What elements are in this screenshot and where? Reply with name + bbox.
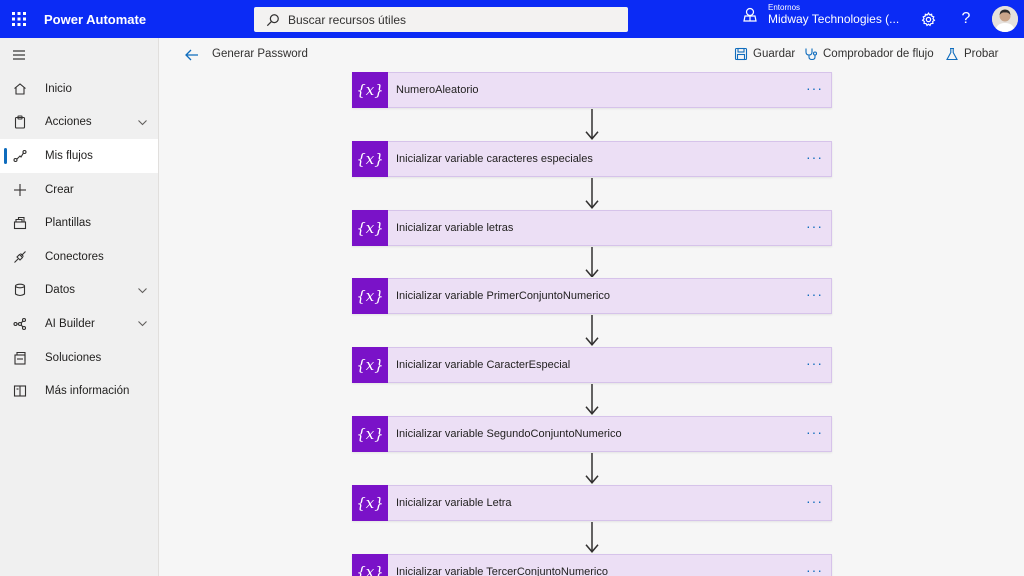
test-button[interactable]: Probar xyxy=(945,47,999,61)
flow-arrow xyxy=(585,246,599,278)
more-options-icon[interactable]: ··· xyxy=(806,425,823,439)
variable-icon: {x} xyxy=(352,484,388,521)
nav-label-acciones: Acciones xyxy=(45,116,92,129)
flow-step-card[interactable]: {x} Inicializar variable CaracterEspecial… xyxy=(352,347,832,384)
environment-icon xyxy=(743,7,757,22)
nav-label-inicio: Inicio xyxy=(45,82,72,95)
nav-item-acciones[interactable]: Acciones xyxy=(0,106,158,140)
variable-icon: {x} xyxy=(352,209,388,246)
nav-item-ai-builder[interactable]: AI Builder xyxy=(0,307,158,341)
plus-icon xyxy=(12,182,28,198)
more-options-icon[interactable]: ··· xyxy=(806,494,823,508)
environment-picker[interactable]: Entornos Midway Technologies (... xyxy=(742,3,900,26)
flow-step-card[interactable]: {x} Inicializar variable caracteres espec… xyxy=(352,140,832,177)
flow-step-label: Inicializar variable Letra xyxy=(396,496,512,509)
flow-arrow xyxy=(585,109,599,140)
variable-icon: {x} xyxy=(352,278,388,315)
home-icon xyxy=(12,81,28,97)
more-options-icon[interactable]: ··· xyxy=(806,150,823,164)
database-icon xyxy=(12,282,28,298)
app-name[interactable]: Power Automate xyxy=(44,12,254,27)
more-options-icon[interactable]: ··· xyxy=(806,219,823,233)
flow-icon xyxy=(12,148,28,164)
search-icon xyxy=(266,13,279,26)
nav-item-mis-flujos[interactable]: Mis flujos xyxy=(0,139,158,173)
flow-step-label: Inicializar variable CaracterEspecial xyxy=(396,359,571,372)
chevron-down-icon[interactable] xyxy=(137,318,148,329)
flow-arrow xyxy=(585,521,599,553)
flow-arrow xyxy=(585,315,599,347)
solutions-icon xyxy=(12,350,28,366)
flow-step-card[interactable]: {x} NumeroAleatorio ··· xyxy=(352,72,832,108)
flow-canvas[interactable]: {x} NumeroAleatorio ··· {x} Inicializar vari… xyxy=(160,72,1024,576)
flow-arrow xyxy=(585,453,599,484)
flow-checker-label: Comprobador de flujo xyxy=(823,48,934,60)
flow-step-card[interactable]: {x} Inicializar variable TercerConjuntoNu… xyxy=(352,553,832,576)
left-navigation: Inicio Acciones Mis flujos Crear Plantil… xyxy=(0,38,159,576)
variable-icon: {x} xyxy=(352,416,388,452)
more-options-icon[interactable]: ··· xyxy=(806,356,823,370)
flow-step-card[interactable]: {x} Inicializar variable letras ··· xyxy=(352,209,832,246)
nav-label-datos: Datos xyxy=(45,284,76,297)
more-options-icon[interactable]: ··· xyxy=(806,81,823,95)
search-box[interactable]: Buscar recursos útiles xyxy=(254,7,628,32)
chevron-down-icon[interactable] xyxy=(137,285,148,296)
help-icon[interactable]: ? xyxy=(956,9,976,29)
flow-step-label: Inicializar variable SegundoConjuntoNume… xyxy=(396,428,622,440)
stethoscope-icon xyxy=(805,48,818,61)
nav-label-mas-informacion: Más información xyxy=(45,385,130,398)
variable-icon: {x} xyxy=(352,72,388,108)
flow-step-label: NumeroAleatorio xyxy=(396,84,479,96)
top-bar: Power Automate Buscar recursos útiles En… xyxy=(0,0,1024,38)
nav-label-ai-builder: AI Builder xyxy=(45,317,95,330)
nav-item-mas-informacion[interactable]: Más información xyxy=(0,374,158,408)
nav-item-conectores[interactable]: Conectores xyxy=(0,240,158,274)
back-arrow-icon[interactable] xyxy=(184,47,200,63)
book-icon xyxy=(12,383,28,399)
nav-label-plantillas: Plantillas xyxy=(45,217,92,230)
clipboard-icon xyxy=(12,114,28,130)
avatar[interactable] xyxy=(992,6,1018,32)
nav-item-plantillas[interactable]: Plantillas xyxy=(0,206,158,240)
nav-label-conectores: Conectores xyxy=(45,250,104,263)
templates-icon xyxy=(12,215,28,231)
nav-label-soluciones: Soluciones xyxy=(45,351,102,364)
nav-label-mis-flujos: Mis flujos xyxy=(45,149,93,162)
settings-gear-icon[interactable] xyxy=(918,9,938,29)
more-options-icon[interactable]: ··· xyxy=(806,287,823,301)
app-launcher-icon[interactable] xyxy=(0,0,38,38)
flask-icon xyxy=(946,47,958,61)
chevron-down-icon[interactable] xyxy=(137,117,148,128)
environment-name: Midway Technologies (... xyxy=(768,11,900,26)
nav-item-datos[interactable]: Datos xyxy=(0,274,158,308)
flow-step-label: Inicializar variable TercerConjuntoNumer… xyxy=(396,565,608,576)
save-label: Guardar xyxy=(753,48,796,60)
connector-icon xyxy=(12,249,28,265)
command-bar: Generar Password Guardar Comprobador de … xyxy=(160,38,1024,72)
flow-step-label: Inicializar variable letras xyxy=(396,221,514,234)
nav-label-crear: Crear xyxy=(45,183,74,196)
flow-step-card[interactable]: {x} Inicializar variable Letra ··· xyxy=(352,484,832,521)
flow-arrow xyxy=(585,177,599,209)
ai-builder-icon xyxy=(12,316,28,332)
save-button[interactable]: Guardar xyxy=(734,47,795,61)
variable-icon: {x} xyxy=(352,347,388,384)
flow-step-card[interactable]: {x} Inicializar variable PrimerConjuntoNu… xyxy=(352,278,832,315)
nav-item-crear[interactable]: Crear xyxy=(0,173,158,207)
flow-step-card[interactable]: {x} Inicializar variable SegundoConjuntoN… xyxy=(352,416,832,452)
hamburger-menu-icon[interactable] xyxy=(0,38,158,72)
flow-step-label: Inicializar variable PrimerConjuntoNumer… xyxy=(396,290,610,303)
flow-arrow xyxy=(585,384,599,415)
more-options-icon[interactable]: ··· xyxy=(806,563,823,576)
search-placeholder: Buscar recursos útiles xyxy=(288,12,407,27)
flow-step-label: Inicializar variable caracteres especial… xyxy=(396,152,593,165)
nav-item-soluciones[interactable]: Soluciones xyxy=(0,341,158,375)
save-icon xyxy=(734,47,748,61)
variable-icon: {x} xyxy=(352,553,388,576)
variable-icon: {x} xyxy=(352,140,388,177)
flow-name: Generar Password xyxy=(212,48,308,60)
nav-item-inicio[interactable]: Inicio xyxy=(0,72,158,106)
flow-checker-button[interactable]: Comprobador de flujo xyxy=(804,47,934,61)
test-label: Probar xyxy=(964,48,999,60)
